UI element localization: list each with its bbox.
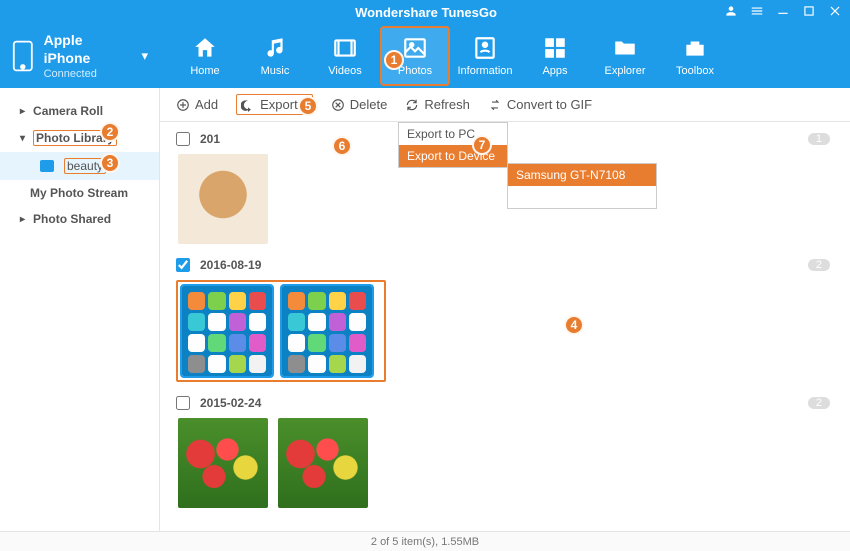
chevron-right-icon: ▸ [20,106,25,117]
toolbox-icon [682,35,708,61]
group-count: 1 [808,133,830,145]
chevron-down-icon: ▾ [20,133,25,144]
group-header[interactable]: 2015-02-24 2 [176,392,834,414]
album-icon [40,160,54,172]
sidebar-label: Camera Roll [33,104,103,118]
toolbar-convert[interactable]: Convert to GIF [488,97,592,112]
group-count: 2 [808,259,830,271]
sidebar: ▸ Camera Roll ▾Photo Library beauty My Ph… [0,88,160,531]
plus-icon [176,98,190,112]
nav-apps[interactable]: Apps [520,26,590,86]
photo-thumbnail[interactable] [178,418,268,508]
callout-badge: 7 [472,135,492,155]
music-icon [262,35,288,61]
nav-label: Information [457,65,512,77]
nav-label: Music [261,65,290,77]
nav-toolbox[interactable]: Toolbox [660,26,730,86]
toolbar-delete[interactable]: Delete [331,97,388,112]
toolbar-refresh[interactable]: Refresh [405,97,470,112]
photo-thumbnail[interactable] [278,418,368,508]
photo-thumbnail[interactable] [182,286,272,376]
sidebar-label: Photo Shared [33,212,111,226]
toolbar-label: Export [260,97,298,112]
group-header[interactable]: 2016-08-19 2 [176,254,834,276]
sidebar-item-photo-stream[interactable]: My Photo Stream [0,180,159,206]
group-checkbox[interactable] [176,258,190,272]
nav-videos[interactable]: Videos [310,26,380,86]
photo-group: 2015-02-24 2 [176,392,834,508]
nav-label: Videos [328,65,361,77]
chevron-right-icon: ▸ [20,214,25,225]
content-area: Add Export ▾ Delete Refresh Convert to G… [160,88,850,531]
contacts-icon [472,35,498,61]
photo-thumbnail[interactable] [178,154,268,244]
callout-badge: 6 [332,136,352,156]
delete-icon [331,98,345,112]
toolbar-label: Convert to GIF [507,97,592,112]
group-checkbox[interactable] [176,132,190,146]
group-date: 201 [200,132,220,146]
callout-badge: 4 [564,315,584,335]
app-title: Wondershare TunesGo [128,5,724,20]
sidebar-item-camera-roll[interactable]: ▸ Camera Roll [0,98,159,124]
video-icon [332,35,358,61]
device-submenu: Samsung GT-N7108 iPad [507,163,657,209]
export-icon [241,98,255,112]
device-name: Apple iPhone [44,31,132,67]
device-selector[interactable]: Apple iPhone Connected ▾ [0,24,160,88]
toolbar-label: Delete [350,97,388,112]
phone-icon [12,39,34,73]
photos-icon [402,35,428,61]
device-option-samsung[interactable]: Samsung GT-N7108 [508,164,656,186]
group-date: 2016-08-19 [200,258,261,272]
photo-thumbnail[interactable] [282,286,372,376]
callout-badge: 5 [298,96,318,116]
refresh-icon [405,98,419,112]
toolbar: Add Export ▾ Delete Refresh Convert to G… [160,88,850,122]
status-bar: 2 of 5 item(s), 1.55MB [0,531,850,551]
group-count: 2 [808,397,830,409]
nav-music[interactable]: Music [240,26,310,86]
ribbon: Apple iPhone Connected ▾ Home Music Vide… [0,24,850,88]
menu-icon[interactable] [750,4,764,21]
nav-label: Apps [542,65,567,77]
sidebar-item-photo-shared[interactable]: ▸ Photo Shared [0,206,159,232]
sidebar-item-photo-library[interactable]: ▾Photo Library [0,124,159,152]
callout-badge: 1 [384,50,404,70]
sidebar-label: My Photo Stream [30,186,128,200]
home-icon [192,35,218,61]
photo-group: 2016-08-19 2 [176,254,834,382]
user-icon[interactable] [724,4,738,21]
nav-home[interactable]: Home [170,26,240,86]
device-option-ipad[interactable]: iPad [508,186,656,208]
callout-badge: 2 [100,122,120,142]
folder-icon [612,35,638,61]
nav-explorer[interactable]: Explorer [590,26,660,86]
nav-label: Explorer [605,65,646,77]
sidebar-item-beauty[interactable]: beauty [0,152,159,180]
apps-icon [542,35,568,61]
minimize-icon[interactable] [776,4,790,21]
nav-label: Home [190,65,219,77]
group-date: 2015-02-24 [200,396,261,410]
toolbar-label: Refresh [424,97,470,112]
status-text: 2 of 5 item(s), 1.55MB [371,536,479,548]
convert-icon [488,98,502,112]
toolbar-label: Add [195,97,218,112]
nav-information[interactable]: Information [450,26,520,86]
chevron-down-icon: ▾ [141,48,148,64]
close-icon[interactable] [828,4,842,21]
nav-label: Photos [398,65,432,77]
toolbar-add[interactable]: Add [176,97,218,112]
nav-label: Toolbox [676,65,714,77]
device-status: Connected [44,67,132,81]
callout-badge: 3 [100,153,120,173]
titlebar: Wondershare TunesGo [0,0,850,24]
maximize-icon[interactable] [802,4,816,21]
group-checkbox[interactable] [176,396,190,410]
photo-scroll-area[interactable]: 201 1 2016-08-19 2 [160,122,850,531]
